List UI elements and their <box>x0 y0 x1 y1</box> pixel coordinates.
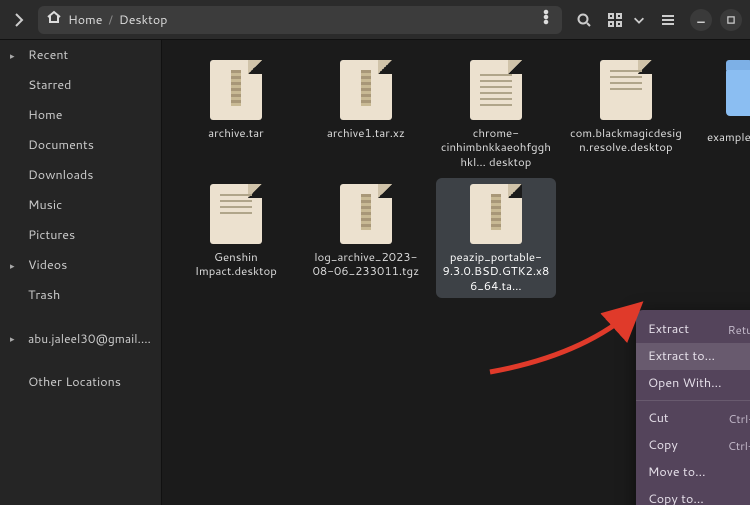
file-label: Genshin Impact.desktop <box>176 250 296 279</box>
file-label: peazip_portable-9.3.0.BSD.GTK2.x86_64.ta… <box>436 250 556 293</box>
sidebar-item-label: Trash <box>28 286 60 304</box>
folder-icon <box>726 68 750 116</box>
view-grid-button[interactable] <box>606 6 624 34</box>
archive-icon <box>340 184 392 244</box>
archive-icon <box>340 60 392 120</box>
path-bar[interactable]: Home / Desktop <box>38 6 562 34</box>
breadcrumb-current[interactable]: Desktop <box>119 11 168 29</box>
sidebar-item-label: Recent <box>28 46 68 64</box>
expander-icon: ▸ <box>10 49 20 62</box>
maximize-button[interactable] <box>720 9 742 31</box>
breadcrumb-home[interactable]: Home <box>68 11 102 29</box>
file-item[interactable]: chrome-cinhimbnkkaeohfgghhkl… desktop <box>436 54 556 174</box>
sidebar-item-label: Pictures <box>28 226 75 244</box>
breadcrumb-separator: / <box>108 11 112 29</box>
menu-copy-to[interactable]: Copy to… <box>636 486 750 505</box>
menu-cut[interactable]: CutCtrl+X <box>636 405 750 432</box>
expander-icon: ▸ <box>10 332 20 345</box>
file-label: log_archive_2023-08-06_233011.tgz <box>306 250 426 279</box>
file-item[interactable]: archive.tar <box>176 54 296 174</box>
file-label: archive.tar <box>204 126 268 140</box>
menu-move-to[interactable]: Move to… <box>636 459 750 486</box>
toolbar: Home / Desktop <box>0 0 750 40</box>
file-grid: archive.tar archive1.tar.xz chrome-cinhi… <box>176 54 750 298</box>
sidebar-item-documents[interactable]: Documents <box>0 130 161 160</box>
archive-icon <box>210 60 262 120</box>
text-file-icon <box>210 184 262 244</box>
sidebar-item-label: Home <box>28 106 62 124</box>
file-label: chrome-cinhimbnkkaeohfgghhkl… desktop <box>436 126 556 169</box>
menu-open-with[interactable]: Open With… <box>636 370 750 397</box>
sidebar-item-downloads[interactable]: Downloads <box>0 160 161 190</box>
file-item-selected[interactable]: peazip_portable-9.3.0.BSD.GTK2.x86_64.ta… <box>436 178 556 298</box>
sidebar-item-other-locations[interactable]: Other Locations <box>0 367 161 397</box>
file-item[interactable]: com.blackmagicdesign.resolve.desktop <box>566 54 686 174</box>
sidebar-item-account[interactable]: ▸ abu.jaleel30@gmail.... <box>0 324 161 353</box>
file-item[interactable]: Genshin Impact.desktop <box>176 178 296 298</box>
sidebar-item-label: Music <box>28 196 62 214</box>
content-area[interactable]: archive.tar archive1.tar.xz chrome-cinhi… <box>162 40 750 505</box>
archive-icon <box>470 184 522 244</box>
file-label: archive1.tar.xz <box>323 126 409 140</box>
hamburger-menu-button[interactable] <box>654 6 682 34</box>
expander-icon: ▸ <box>10 259 20 272</box>
sidebar-item-pictures[interactable]: Pictures <box>0 220 161 250</box>
home-icon <box>46 9 62 30</box>
sidebar-item-trash[interactable]: Trash <box>0 280 161 310</box>
annotation-arrow <box>484 300 654 380</box>
sidebar-item-starred[interactable]: Starred <box>0 70 161 100</box>
sidebar-item-label: Other Locations <box>28 373 121 391</box>
file-item[interactable]: log_archive_2023-08-06_233011.tgz <box>306 178 426 298</box>
menu-extract[interactable]: ExtractReturn <box>636 316 750 343</box>
text-file-icon <box>470 60 522 120</box>
sidebar-item-recent[interactable]: ▸ Recent <box>0 40 161 70</box>
menu-separator <box>636 400 750 401</box>
sidebar-item-home[interactable]: Home <box>0 100 161 130</box>
file-item[interactable]: archive1.tar.xz <box>306 54 426 174</box>
file-item[interactable]: example_directory <box>696 54 750 174</box>
sidebar-item-videos[interactable]: ▸ Videos <box>0 250 161 280</box>
sidebar-item-label: Downloads <box>28 166 93 184</box>
sidebar-item-music[interactable]: Music <box>0 190 161 220</box>
nav-forward-button[interactable] <box>8 9 30 31</box>
minimize-button[interactable] <box>690 9 712 31</box>
sidebar: ▸ Recent Starred Home Documents Downloads… <box>0 40 162 505</box>
path-menu-icon[interactable] <box>538 9 554 30</box>
text-file-icon <box>600 60 652 120</box>
sidebar-item-label: Videos <box>28 256 67 274</box>
context-menu: ExtractReturn Extract to… Open With… Cut… <box>636 310 750 505</box>
sidebar-item-label: abu.jaleel30@gmail.... <box>28 330 151 347</box>
view-dropdown-button[interactable] <box>632 6 646 34</box>
menu-copy[interactable]: CopyCtrl+C <box>636 432 750 459</box>
file-label: example_directory <box>703 130 750 144</box>
sidebar-item-label: Documents <box>28 136 94 154</box>
sidebar-item-label: Starred <box>28 76 71 94</box>
menu-extract-to[interactable]: Extract to… <box>636 343 750 370</box>
file-label: com.blackmagicdesign.resolve.desktop <box>566 126 686 155</box>
search-button[interactable] <box>570 6 598 34</box>
